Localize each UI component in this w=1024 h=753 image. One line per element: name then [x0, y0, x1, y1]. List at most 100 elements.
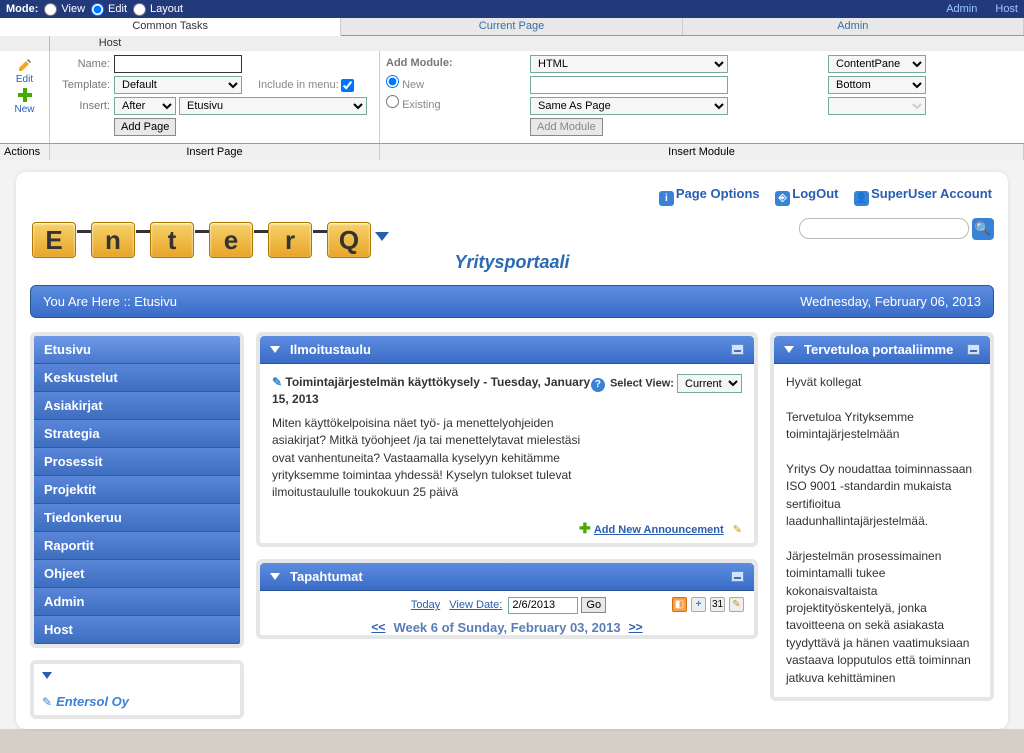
sidebar-item-keskustelut[interactable]: Keskustelut [34, 364, 240, 392]
add-module-label: Add Module: [386, 57, 526, 69]
mini-link[interactable]: Entersol Oy [56, 694, 129, 709]
sidebar-item-strategia[interactable]: Strategia [34, 420, 240, 448]
admin-link[interactable]: Admin [946, 3, 977, 15]
announcement-title: Toimintajärjestelmän käyttökysely - Tues… [272, 375, 590, 406]
insert-ref-select[interactable]: Etusivu [179, 97, 367, 115]
insert-module-section-label: Insert Module [380, 144, 1024, 160]
select-view-dropdown[interactable]: Current [677, 374, 742, 393]
cal-today-link[interactable]: Today [411, 599, 440, 611]
announcement-body: Miten käyttökelpoisina näet työ- ja mene… [272, 415, 582, 502]
plus-icon: ✚ [579, 520, 591, 536]
module-existing-radio[interactable] [386, 95, 399, 108]
sidebar-item-host[interactable]: Host [34, 616, 240, 644]
sidebar-item-ohjeet[interactable]: Ohjeet [34, 560, 240, 588]
module-new-lbl: New [402, 79, 424, 91]
template-label: Template: [56, 79, 110, 91]
add-announcement-link[interactable]: Add New Announcement [594, 524, 724, 536]
info-icon: i [659, 191, 674, 206]
action-edit[interactable]: Edit [0, 57, 49, 85]
mode-edit-lbl: Edit [108, 3, 127, 15]
mode-view-radio[interactable] [44, 3, 57, 16]
welcome-p3: Yritys Oy noudattaa toiminnassaan ISO 90… [786, 461, 978, 531]
module-title-tapahtumat: Tapahtumat [290, 569, 363, 584]
insert-label: Insert: [56, 100, 110, 112]
edit-icon[interactable]: ✎ [733, 524, 742, 536]
mini-panel: ✎ Entersol Oy [30, 660, 244, 719]
sidebar-item-prosessit[interactable]: Prosessit [34, 448, 240, 476]
action-new-lbl: New [14, 104, 34, 115]
cal-icon-1[interactable]: ◧ [672, 597, 687, 612]
logout-link[interactable]: ⎆LogOut [769, 186, 838, 201]
module-existing-lbl: Existing [402, 99, 441, 111]
cal-icon-month[interactable]: 31 [710, 597, 725, 612]
minimize-icon[interactable] [731, 344, 744, 355]
insert-page-section-label: Insert Page [50, 144, 380, 160]
name-input[interactable] [114, 55, 242, 73]
mode-view-lbl: View [61, 3, 85, 15]
name-label: Name: [56, 58, 110, 70]
select-view-label: Select View: [610, 378, 674, 390]
welcome-p2: Tervetuloa Yrityksemme toimintajärjestel… [786, 409, 978, 444]
module-perm-select[interactable]: Same As Page [530, 97, 728, 115]
collapse-icon[interactable] [270, 346, 280, 353]
include-menu-label: Include in menu: [258, 79, 339, 91]
module-new-radio[interactable] [386, 75, 399, 88]
minimize-icon[interactable] [967, 344, 980, 355]
welcome-p1: Hyvät kollegat [786, 374, 978, 391]
tab-common[interactable]: Common Tasks [0, 18, 341, 36]
minimize-icon[interactable] [731, 571, 744, 582]
sidebar-item-tiedonkeruu[interactable]: Tiedonkeruu [34, 504, 240, 532]
module-pane-select[interactable]: ContentPane [828, 55, 926, 73]
sidebar-item-projektit[interactable]: Projektit [34, 476, 240, 504]
mode-edit-radio[interactable] [91, 3, 104, 16]
search-input[interactable] [799, 218, 969, 239]
mode-layout-radio[interactable] [133, 3, 146, 16]
cal-next[interactable]: >> [629, 620, 643, 634]
tab-current[interactable]: Current Page [341, 18, 682, 35]
pencil-icon: ✎ [42, 695, 52, 709]
page-date: Wednesday, February 06, 2013 [800, 294, 981, 309]
cal-icon-add[interactable]: + [691, 597, 706, 612]
chevron-down-icon[interactable] [42, 672, 52, 679]
help-icon[interactable]: ? [591, 378, 605, 392]
sidebar-nav: EtusivuKeskustelutAsiakirjatStrategiaPro… [30, 332, 244, 648]
module-align-select[interactable] [828, 97, 926, 115]
pencil-icon[interactable]: ✎ [272, 375, 282, 389]
template-select[interactable]: Default [114, 76, 242, 94]
cal-icon-edit[interactable]: ✎ [729, 597, 744, 612]
cal-prev[interactable]: << [371, 620, 385, 634]
cal-date-input[interactable] [508, 597, 578, 614]
cal-go-button[interactable]: Go [581, 597, 606, 613]
add-page-button[interactable]: Add Page [114, 118, 176, 136]
sidebar-item-admin[interactable]: Admin [34, 588, 240, 616]
host-link[interactable]: Host [995, 3, 1018, 15]
module-title-ilmoitus: Ilmoitustaulu [290, 342, 371, 357]
sidebar-item-asiakirjat[interactable]: Asiakirjat [34, 392, 240, 420]
breadcrumb: You Are Here :: Etusivu [43, 294, 177, 309]
sidebar-item-raportit[interactable]: Raportit [34, 532, 240, 560]
include-menu-check[interactable] [341, 79, 354, 92]
collapse-icon[interactable] [784, 346, 794, 353]
user-icon: 👤 [854, 191, 869, 206]
select-view-wrap: ? Select View: Current [591, 374, 742, 393]
cal-week-label: Week 6 of Sunday, February 03, 2013 [393, 620, 620, 635]
subtab-host[interactable]: Host [50, 36, 170, 51]
module-title-input[interactable] [530, 76, 728, 94]
welcome-p4: Järjestelmän prosessimainen toimintamall… [786, 548, 978, 687]
action-new[interactable]: New [0, 87, 49, 115]
collapse-icon[interactable] [270, 573, 280, 580]
add-module-button[interactable]: Add Module [530, 118, 603, 136]
mode-layout-lbl: Layout [150, 3, 183, 15]
logout-icon: ⎆ [775, 191, 790, 206]
module-type-select[interactable]: HTML [530, 55, 728, 73]
page-options-link[interactable]: iPage Options [653, 186, 760, 201]
cal-viewdate-link[interactable]: View Date: [449, 599, 502, 611]
sidebar-item-etusivu[interactable]: Etusivu [34, 336, 240, 364]
mode-label: Mode: [6, 3, 38, 15]
module-pos-select[interactable]: Bottom [828, 76, 926, 94]
actions-section-label: Actions [0, 144, 50, 160]
insert-pos-select[interactable]: After [114, 97, 176, 115]
account-link[interactable]: 👤SuperUser Account [848, 186, 992, 201]
search-button[interactable]: 🔍 [972, 218, 994, 240]
tab-admin[interactable]: Admin [683, 18, 1024, 35]
